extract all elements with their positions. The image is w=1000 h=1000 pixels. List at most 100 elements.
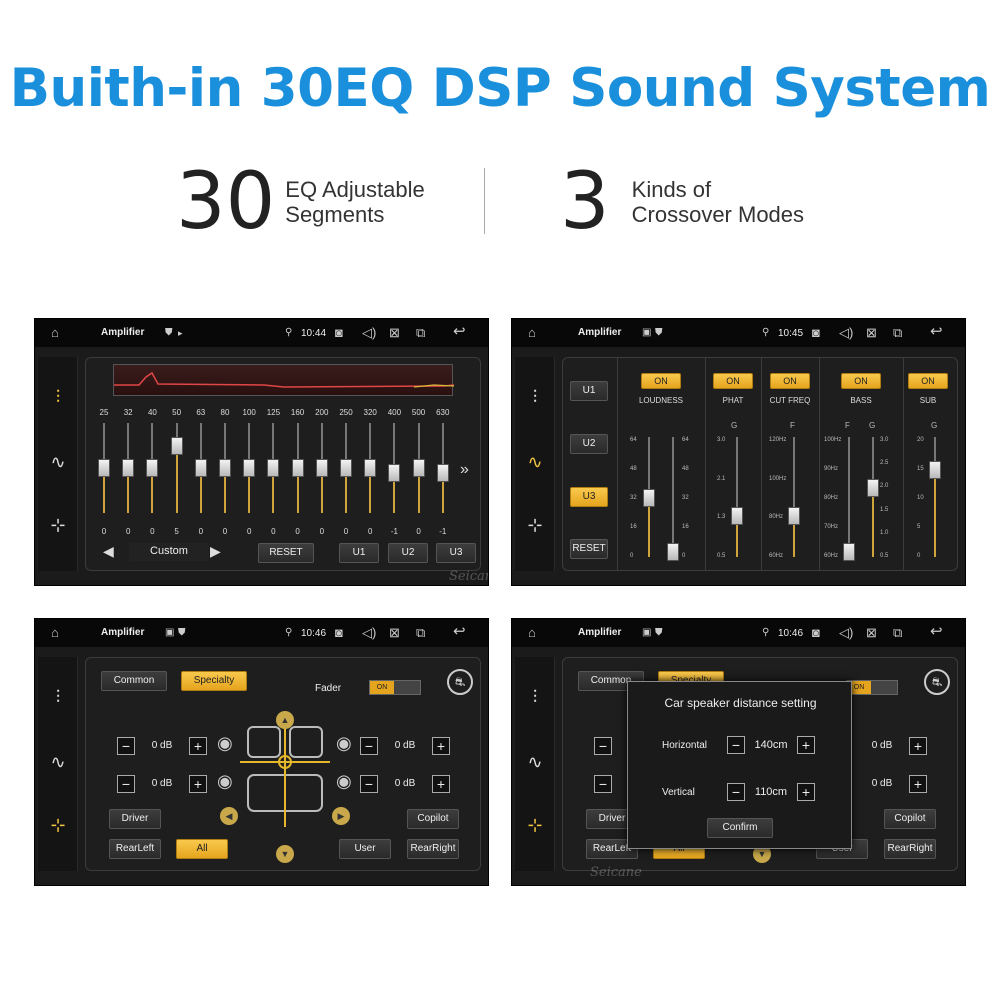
eq-slider-knob[interactable] xyxy=(364,459,377,477)
eq-slider-knob[interactable] xyxy=(122,459,135,477)
recent-apps-icon[interactable]: ⧉ xyxy=(416,326,425,340)
eq-slider-knob[interactable] xyxy=(146,459,159,477)
rearleft-button[interactable]: RearLeft xyxy=(109,839,161,859)
copilot-button[interactable]: Copilot xyxy=(884,809,936,829)
crossover-slider-knob[interactable] xyxy=(731,507,743,525)
close-icon[interactable]: ⊠ xyxy=(866,626,877,640)
vertical-plus-button[interactable]: + xyxy=(797,783,815,801)
crossover-slider-knob[interactable] xyxy=(843,543,855,561)
speaker-balance-icon[interactable]: ⊹ xyxy=(515,815,555,836)
on-toggle[interactable]: ON xyxy=(908,373,948,389)
back-icon[interactable]: ↩ xyxy=(453,324,466,339)
reset-button[interactable]: RESET xyxy=(570,539,608,559)
plus-button[interactable]: + xyxy=(432,775,450,793)
back-icon[interactable]: ↩ xyxy=(930,324,943,339)
eq-slider-knob[interactable] xyxy=(436,463,449,482)
speaker-balance-icon[interactable]: ⊹ xyxy=(38,515,78,536)
copilot-button[interactable]: Copilot xyxy=(407,809,459,829)
u3-button[interactable]: U3 xyxy=(436,543,476,563)
u3-button[interactable]: U3 xyxy=(570,487,608,507)
horizontal-minus-button[interactable]: − xyxy=(727,736,745,754)
plus-button[interactable]: + xyxy=(432,737,450,755)
next-preset-icon[interactable]: ▶ xyxy=(210,544,221,558)
home-icon[interactable]: ⌂ xyxy=(528,326,536,340)
rearright-button[interactable]: RearRight xyxy=(407,839,459,859)
more-icon[interactable]: » xyxy=(460,462,469,478)
waveform-icon[interactable]: ∿ xyxy=(515,452,555,473)
car-settings-icon[interactable]: ⛐ xyxy=(924,669,950,695)
plus-button[interactable]: + xyxy=(189,737,207,755)
recent-apps-icon[interactable]: ⧉ xyxy=(416,626,425,640)
crossover-slider-knob[interactable] xyxy=(667,543,679,561)
plus-button[interactable]: + xyxy=(189,775,207,793)
on-toggle[interactable]: ON xyxy=(713,373,753,389)
eq-sliders-icon[interactable]: ⫶ xyxy=(38,387,78,408)
fader-down-icon[interactable]: ▼ xyxy=(276,845,294,863)
eq-slider-knob[interactable] xyxy=(219,459,231,477)
user-button[interactable]: User xyxy=(339,839,391,859)
fader-left-icon[interactable]: ◀ xyxy=(220,807,238,825)
waveform-icon[interactable]: ∿ xyxy=(38,752,78,773)
u1-button[interactable]: U1 xyxy=(339,543,379,563)
crossover-slider-track[interactable] xyxy=(672,437,674,557)
speaker-balance-icon[interactable]: ⊹ xyxy=(515,515,555,536)
on-toggle[interactable]: ON xyxy=(641,373,681,389)
prev-preset-icon[interactable]: ◀ xyxy=(103,544,114,558)
volume-icon[interactable]: ◁) xyxy=(839,626,853,640)
camera-icon[interactable]: ◙ xyxy=(812,326,820,340)
plus-button[interactable]: + xyxy=(909,775,927,793)
recent-apps-icon[interactable]: ⧉ xyxy=(893,326,902,340)
camera-icon[interactable]: ◙ xyxy=(335,326,343,340)
volume-icon[interactable]: ◁) xyxy=(839,326,853,340)
u2-button[interactable]: U2 xyxy=(388,543,428,563)
eq-slider-knob[interactable] xyxy=(291,459,304,477)
back-icon[interactable]: ↩ xyxy=(930,624,943,639)
volume-icon[interactable]: ◁) xyxy=(362,626,376,640)
u1-button[interactable]: U1 xyxy=(570,381,608,401)
minus-button[interactable]: − xyxy=(360,737,378,755)
home-icon[interactable]: ⌂ xyxy=(51,626,59,640)
crossover-slider-knob[interactable] xyxy=(788,507,800,525)
horizontal-plus-button[interactable]: + xyxy=(797,736,815,754)
recent-apps-icon[interactable]: ⧉ xyxy=(893,626,902,640)
eq-slider-knob[interactable] xyxy=(243,459,256,477)
crossover-slider-track[interactable] xyxy=(848,437,850,557)
eq-slider-knob[interactable] xyxy=(170,436,183,455)
driver-button[interactable]: Driver xyxy=(109,809,161,829)
on-toggle[interactable]: ON xyxy=(841,373,881,389)
u2-button[interactable]: U2 xyxy=(570,434,608,454)
confirm-button[interactable]: Confirm xyxy=(707,818,773,838)
close-icon[interactable]: ⊠ xyxy=(866,326,877,340)
speaker-balance-icon[interactable]: ⊹ xyxy=(38,815,78,836)
back-icon[interactable]: ↩ xyxy=(453,624,466,639)
crossover-slider-knob[interactable] xyxy=(929,461,941,479)
waveform-icon[interactable]: ∿ xyxy=(38,452,78,473)
vertical-minus-button[interactable]: − xyxy=(727,783,745,801)
home-icon[interactable]: ⌂ xyxy=(51,326,59,340)
camera-icon[interactable]: ◙ xyxy=(335,626,343,640)
waveform-icon[interactable]: ∿ xyxy=(515,752,555,773)
fader-toggle[interactable]: ON xyxy=(369,680,421,695)
home-icon[interactable]: ⌂ xyxy=(528,626,536,640)
eq-sliders-icon[interactable]: ⫶ xyxy=(38,687,78,708)
close-icon[interactable]: ⊠ xyxy=(389,626,400,640)
crossover-slider-knob[interactable] xyxy=(867,479,879,497)
minus-button[interactable]: − xyxy=(117,775,135,793)
eq-slider-knob[interactable] xyxy=(194,459,207,477)
eq-slider-knob[interactable] xyxy=(267,459,280,477)
eq-slider-knob[interactable] xyxy=(388,463,401,482)
eq-slider-knob[interactable] xyxy=(340,459,352,477)
minus-button[interactable]: − xyxy=(594,775,612,793)
close-icon[interactable]: ⊠ xyxy=(389,326,400,340)
fader-toggle[interactable]: ON xyxy=(846,680,898,695)
camera-icon[interactable]: ◙ xyxy=(812,626,820,640)
minus-button[interactable]: − xyxy=(360,775,378,793)
car-settings-icon[interactable]: ⛐ xyxy=(447,669,473,695)
eq-slider-knob[interactable] xyxy=(98,459,110,477)
plus-button[interactable]: + xyxy=(909,737,927,755)
fader-up-icon[interactable]: ▲ xyxy=(276,711,294,729)
volume-icon[interactable]: ◁) xyxy=(362,326,376,340)
crossover-slider-knob[interactable] xyxy=(643,489,655,507)
eq-sliders-icon[interactable]: ⫶ xyxy=(515,387,555,408)
all-button[interactable]: All xyxy=(176,839,228,859)
